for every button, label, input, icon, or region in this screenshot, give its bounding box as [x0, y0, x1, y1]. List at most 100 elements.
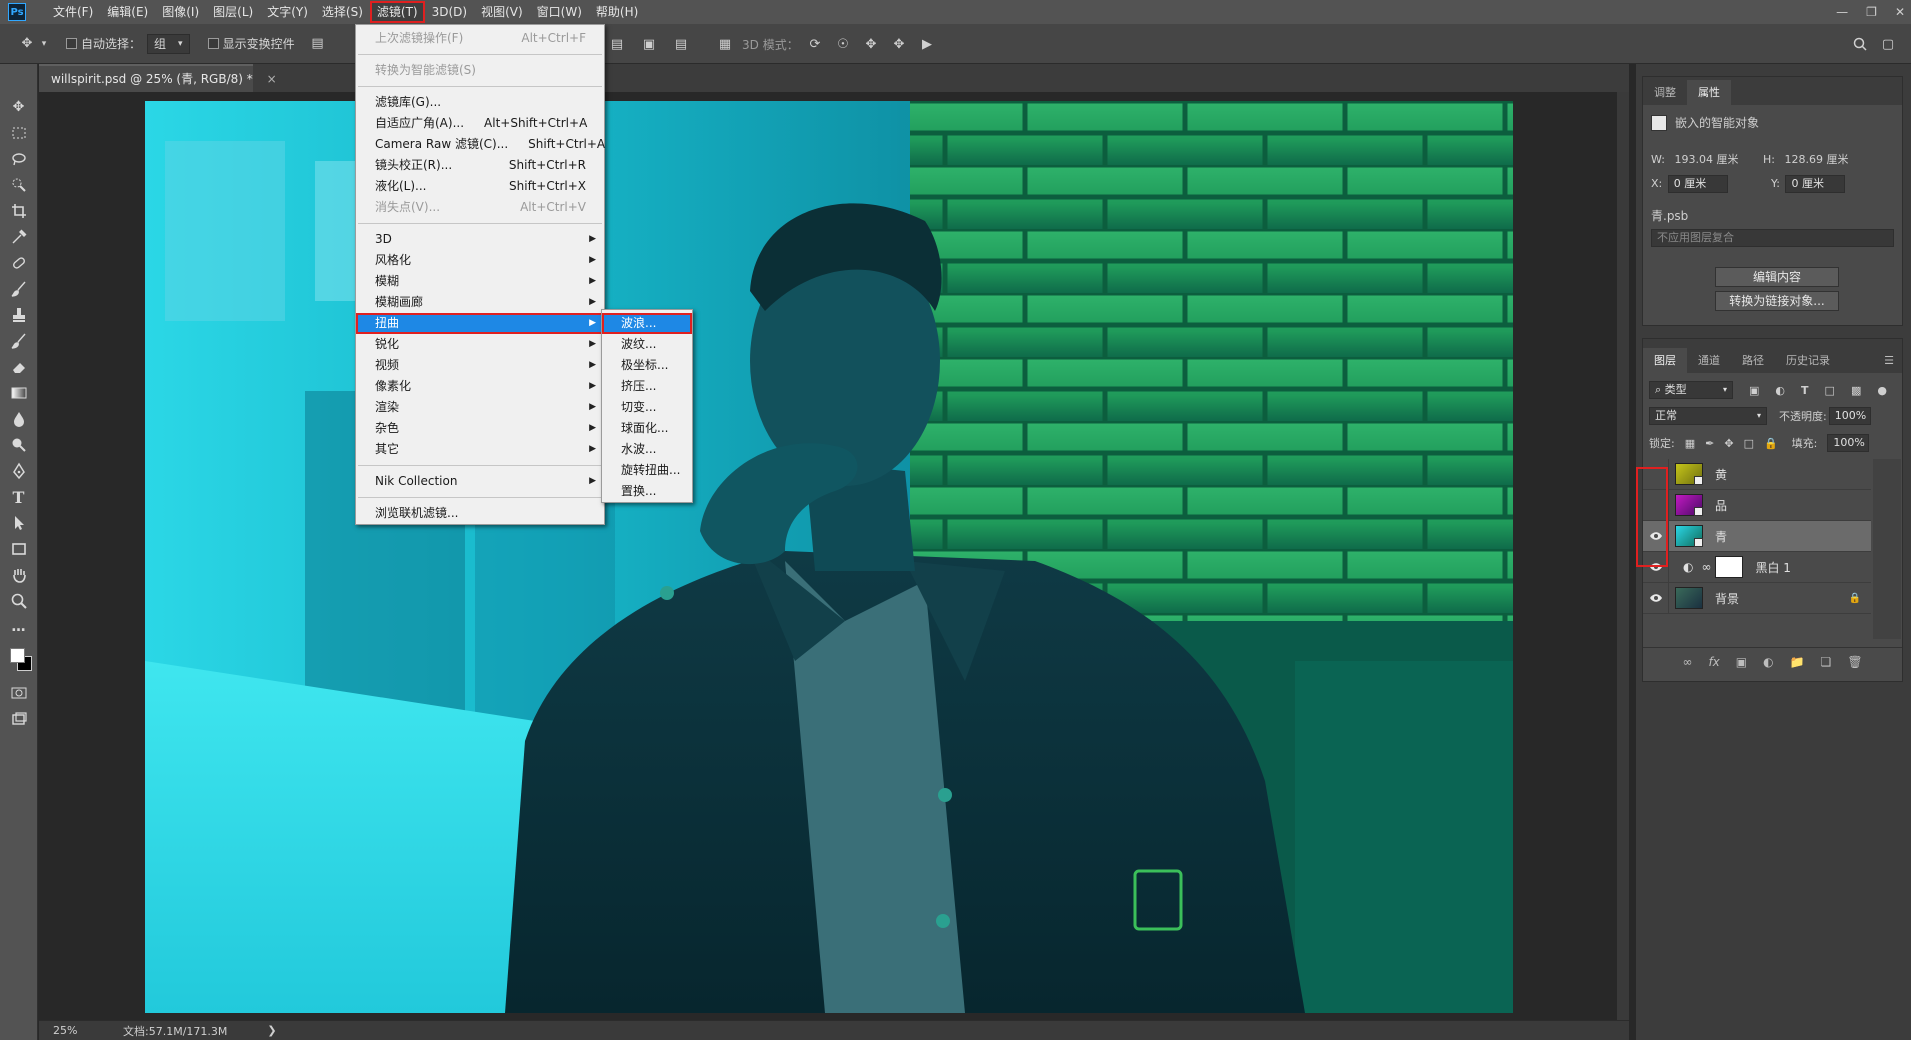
blend-mode-select[interactable]: 正常 ▾	[1649, 407, 1767, 425]
lock-image-icon[interactable]: ✒	[1705, 437, 1714, 450]
distort-submenu-item[interactable]: 挤压...	[602, 376, 692, 397]
filter-menu-item[interactable]: 自适应广角(A)... Alt+Shift+Ctrl+A	[356, 113, 604, 134]
y-position-field[interactable]: 0 厘米	[1785, 175, 1846, 193]
dodge-tool-icon[interactable]	[6, 434, 32, 456]
filter-menu-item[interactable]: 滤镜库(G)...	[356, 92, 604, 113]
stamp-tool-icon[interactable]	[6, 304, 32, 326]
lock-position-icon[interactable]: ✥	[1724, 437, 1733, 450]
menu-select[interactable]: 选择(S)	[315, 1, 370, 23]
filter-menu-item[interactable]: 液化(L)... Shift+Ctrl+X	[356, 176, 604, 197]
convert-to-linked-button[interactable]: 转换为链接对象...	[1715, 291, 1839, 311]
filter-menu-item[interactable]: 扭曲 ▶	[356, 313, 604, 334]
x-position-field[interactable]: 0 厘米	[1667, 175, 1728, 193]
more-tools-icon[interactable]: …	[6, 616, 32, 638]
show-transform-checkbox-box[interactable]	[207, 38, 219, 49]
search-icon[interactable]	[1849, 33, 1871, 55]
tab-history[interactable]: 历史记录	[1775, 348, 1841, 373]
layer-comp-select-value[interactable]: 不应用图层复合	[1651, 229, 1894, 247]
3d-pan-icon[interactable]: ✥	[860, 33, 882, 55]
restore-icon[interactable]: ❐	[1866, 5, 1877, 19]
opacity-field[interactable]: 100%	[1828, 407, 1871, 425]
lock-artboard-icon[interactable]: □	[1744, 437, 1754, 450]
foreground-color-swatch[interactable]	[9, 648, 25, 663]
width-value[interactable]: 193.04 厘米	[1674, 153, 1738, 166]
distribute-bottom-icon[interactable]: ▤	[670, 33, 692, 55]
align-top-icon[interactable]: ▤	[307, 33, 329, 55]
gradient-tool-icon[interactable]	[6, 382, 32, 404]
auto-align-icon[interactable]: ▦	[714, 33, 736, 55]
menu-type[interactable]: 文字(Y)	[260, 1, 315, 23]
filter-shape-icon[interactable]: □	[1825, 384, 1835, 397]
link-layers-icon[interactable]: ∞	[1682, 655, 1692, 669]
distort-submenu-item[interactable]: 水波...	[602, 439, 692, 460]
zoom-level[interactable]: 25%	[53, 1024, 113, 1037]
distribute-vertical-icon[interactable]: ▤	[606, 33, 628, 55]
layer-row-cyan[interactable]: 青	[1643, 520, 1871, 552]
minimize-icon[interactable]: —	[1836, 5, 1848, 19]
eraser-tool-icon[interactable]	[6, 356, 32, 378]
tool-preset-chevron-icon[interactable]: ▾	[38, 33, 50, 55]
edit-contents-button[interactable]: 编辑内容	[1715, 267, 1839, 287]
filter-adjustment-icon[interactable]: ◐	[1775, 384, 1785, 397]
screen-mode-icon[interactable]	[6, 708, 32, 730]
layer-comp-select[interactable]: 不应用图层复合	[1651, 229, 1894, 247]
menu-window[interactable]: 窗口(W)	[530, 1, 589, 23]
quick-selection-tool-icon[interactable]	[6, 174, 32, 196]
filter-menu-item[interactable]: 锐化 ▶	[356, 334, 604, 355]
add-mask-icon[interactable]: ▣	[1736, 655, 1747, 669]
filter-menu-item[interactable]: 模糊 ▶	[356, 271, 604, 292]
lasso-tool-icon[interactable]	[6, 148, 32, 170]
panel-menu-icon[interactable]: ☰	[1884, 354, 1894, 367]
filter-smart-object-icon[interactable]: ▩	[1851, 384, 1861, 397]
new-group-icon[interactable]: 📁	[1790, 655, 1805, 669]
layer-row-black-white[interactable]: ◐ ∞ 黑白 1	[1643, 551, 1871, 583]
menu-view[interactable]: 视图(V)	[474, 1, 530, 23]
menu-3d[interactable]: 3D(D)	[425, 1, 474, 23]
3d-roll-icon[interactable]: ☉	[832, 33, 854, 55]
filter-menu-item[interactable]: 3D ▶	[356, 229, 604, 250]
color-swatches[interactable]	[6, 642, 32, 678]
status-chevron-icon[interactable]: ❯	[267, 1024, 276, 1037]
fill-field[interactable]: 100%	[1827, 434, 1870, 452]
show-transform-checkbox[interactable]: 显示变换控件	[207, 35, 295, 52]
filter-menu-item[interactable]: Nik Collection ▶	[356, 471, 604, 492]
layer-filter-select[interactable]: ⌕ 类型 ▾	[1649, 381, 1733, 399]
workspace-icon[interactable]: ▢	[1877, 33, 1899, 55]
fx-icon[interactable]: fx	[1708, 655, 1719, 669]
filter-menu-item[interactable]: 像素化 ▶	[356, 376, 604, 397]
filter-type-icon[interactable]: T	[1801, 384, 1809, 397]
tab-paths[interactable]: 路径	[1731, 348, 1775, 373]
pen-tool-icon[interactable]	[6, 460, 32, 482]
menu-edit[interactable]: 编辑(E)	[100, 1, 155, 23]
layer-row-magenta[interactable]: 品	[1643, 489, 1871, 521]
marquee-tool-icon[interactable]	[6, 122, 32, 144]
new-adjustment-icon[interactable]: ◐	[1763, 655, 1773, 669]
height-value[interactable]: 128.69 厘米	[1784, 153, 1848, 166]
history-brush-tool-icon[interactable]	[6, 330, 32, 352]
distort-submenu-item[interactable]: 极坐标...	[602, 355, 692, 376]
zoom-tool-icon[interactable]	[6, 590, 32, 612]
filter-menu-item[interactable]: 渲染 ▶	[356, 397, 604, 418]
layer-row-background[interactable]: 背景 🔒	[1643, 582, 1871, 614]
document-tab[interactable]: willspirit.psd @ 25% (青, RGB/8) * ×	[39, 64, 277, 92]
distribute-center-icon[interactable]: ▣	[638, 33, 660, 55]
3d-slide-icon[interactable]: ✥	[888, 33, 910, 55]
filter-pixel-icon[interactable]: ▣	[1749, 384, 1759, 397]
eyedropper-tool-icon[interactable]	[6, 226, 32, 248]
new-layer-icon[interactable]: ❏	[1821, 655, 1832, 669]
auto-select-checkbox-box[interactable]	[66, 38, 77, 49]
distort-submenu-item[interactable]: 球面化...	[602, 418, 692, 439]
rectangle-tool-icon[interactable]	[6, 538, 32, 560]
filter-menu-item[interactable]: Camera Raw 滤镜(C)... Shift+Ctrl+A	[356, 134, 605, 155]
filter-menu-item[interactable]: 视频 ▶	[356, 355, 604, 376]
3d-scale-icon[interactable]: ▶	[916, 33, 938, 55]
blur-tool-icon[interactable]	[6, 408, 32, 430]
auto-select-target-select[interactable]: 组 ▾	[147, 33, 190, 54]
tab-properties[interactable]: 属性	[1687, 80, 1731, 105]
document-canvas-image[interactable]	[145, 101, 1513, 1013]
menu-layer[interactable]: 图层(L)	[206, 1, 260, 23]
filter-menu-item[interactable]: 其它 ▶	[356, 439, 604, 460]
link-icon[interactable]: ∞	[1701, 560, 1711, 574]
layer-row-yellow[interactable]: 黄	[1643, 458, 1871, 490]
menu-image[interactable]: 图像(I)	[155, 1, 206, 23]
